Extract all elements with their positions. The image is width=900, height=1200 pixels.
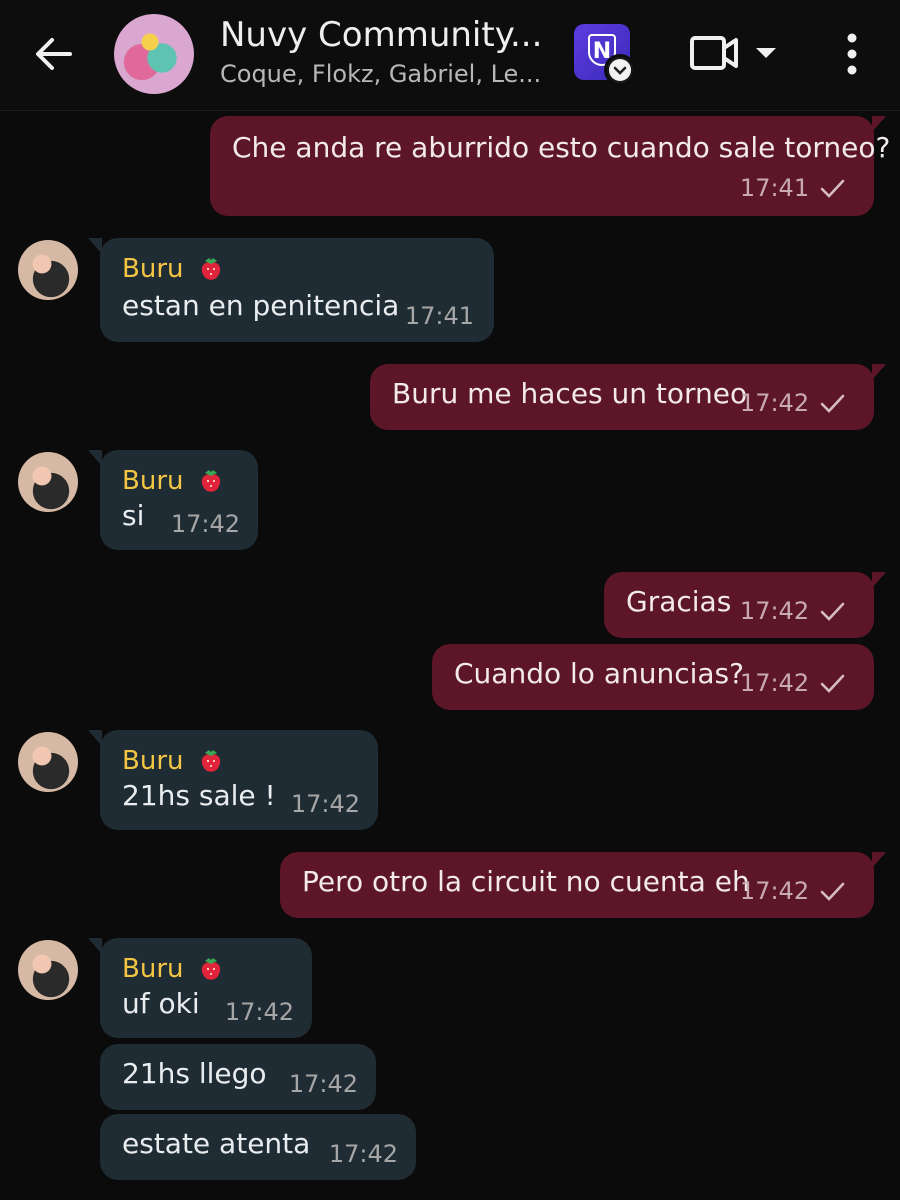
message-text: estan en penitencia bbox=[122, 289, 400, 322]
message-text: Pero otro la circuit no cuenta eh bbox=[302, 865, 750, 898]
message-time: 17:42 bbox=[288, 1070, 358, 1098]
group-members: Coque, Flokz, Gabriel, Le... bbox=[220, 60, 542, 88]
avatar[interactable] bbox=[18, 452, 78, 512]
strawberry-icon bbox=[202, 470, 221, 492]
outgoing-message[interactable]: Pero otro la circuit no cuenta eh 17:42 bbox=[280, 852, 886, 918]
video-call-button[interactable] bbox=[690, 32, 780, 76]
bubble-tail bbox=[872, 364, 886, 380]
message-list[interactable]: Che anda re aburrido esto cuando sale to… bbox=[0, 112, 900, 1200]
bubble-tail bbox=[872, 852, 886, 868]
bubble-tail bbox=[88, 450, 102, 466]
sender-name: Buru bbox=[122, 948, 226, 988]
message-time: 17:42 bbox=[739, 389, 810, 417]
chat-header: Nuvy Community... Coque, Flokz, Gabriel,… bbox=[0, 0, 900, 111]
chevron-down-icon bbox=[604, 54, 636, 86]
message-text: Buru me haces un torneo bbox=[392, 377, 748, 410]
message-time: 17:42 bbox=[739, 597, 810, 625]
message-time: 17:42 bbox=[224, 998, 294, 1026]
outgoing-message[interactable]: Che anda re aburrido esto cuando sale to… bbox=[210, 116, 890, 216]
avatar[interactable] bbox=[18, 940, 78, 1000]
more-vertical-icon bbox=[847, 33, 857, 75]
message-text: uf oki bbox=[122, 987, 200, 1020]
message-text: si bbox=[122, 499, 145, 532]
chat-title-area[interactable]: Nuvy Community... Coque, Flokz, Gabriel,… bbox=[220, 14, 550, 90]
video-call-icon bbox=[690, 36, 776, 70]
strawberry-icon bbox=[202, 750, 221, 772]
incoming-message[interactable]: 21hs llego 17:42 bbox=[100, 1044, 376, 1110]
sent-check-icon bbox=[820, 882, 845, 901]
outgoing-message[interactable]: Buru me haces un torneo 17:42 bbox=[370, 364, 886, 430]
sent-check-icon bbox=[820, 394, 845, 413]
message-time: 17:42 bbox=[739, 669, 810, 697]
incoming-message[interactable]: Buru si 17:42 bbox=[88, 450, 258, 550]
incoming-message[interactable]: Buru 21hs sale ! 17:42 bbox=[88, 730, 378, 830]
message-time: 17:41 bbox=[404, 302, 474, 330]
message-time: 17:42 bbox=[739, 877, 810, 905]
bubble-tail bbox=[88, 730, 102, 746]
message-text: Cuando lo anuncias? bbox=[454, 657, 744, 690]
back-button[interactable] bbox=[30, 30, 78, 78]
bubble-tail bbox=[88, 238, 102, 254]
avatar[interactable] bbox=[18, 732, 78, 792]
incoming-message[interactable]: Buru uf oki 17:42 bbox=[88, 938, 312, 1038]
message-text: Che anda re aburrido esto cuando sale to… bbox=[232, 131, 891, 164]
message-text: estate atenta bbox=[122, 1127, 311, 1160]
sender-name: Buru bbox=[122, 248, 226, 288]
strawberry-icon bbox=[202, 258, 221, 280]
message-text: Gracias bbox=[626, 585, 732, 618]
sender-name: Buru bbox=[122, 460, 226, 500]
group-avatar[interactable] bbox=[114, 14, 194, 94]
incoming-message[interactable]: Buru estan en penitencia 17:41 bbox=[88, 238, 494, 342]
sender-name: Buru bbox=[122, 740, 226, 780]
sent-check-icon bbox=[820, 674, 845, 693]
message-time: 17:41 bbox=[739, 174, 810, 202]
incoming-message[interactable]: estate atenta 17:42 bbox=[100, 1114, 416, 1180]
avatar[interactable] bbox=[18, 240, 78, 300]
group-title: Nuvy Community... bbox=[220, 15, 543, 55]
sent-check-icon bbox=[820, 602, 845, 621]
strawberry-icon bbox=[202, 958, 221, 980]
outgoing-message[interactable]: Gracias 17:42 bbox=[604, 572, 886, 638]
message-text: 21hs llego bbox=[122, 1057, 267, 1090]
bubble-tail bbox=[872, 572, 886, 588]
message-text: 21hs sale ! bbox=[122, 779, 276, 812]
outgoing-message[interactable]: Cuando lo anuncias? 17:42 bbox=[432, 644, 874, 710]
bubble-tail bbox=[88, 938, 102, 954]
arrow-left-icon bbox=[36, 38, 72, 70]
sent-check-icon bbox=[820, 179, 845, 198]
community-app-icon[interactable]: N bbox=[574, 24, 636, 86]
message-time: 17:42 bbox=[290, 790, 360, 818]
message-time: 17:42 bbox=[170, 510, 240, 538]
message-time: 17:42 bbox=[328, 1140, 398, 1168]
more-options-button[interactable] bbox=[832, 30, 872, 78]
